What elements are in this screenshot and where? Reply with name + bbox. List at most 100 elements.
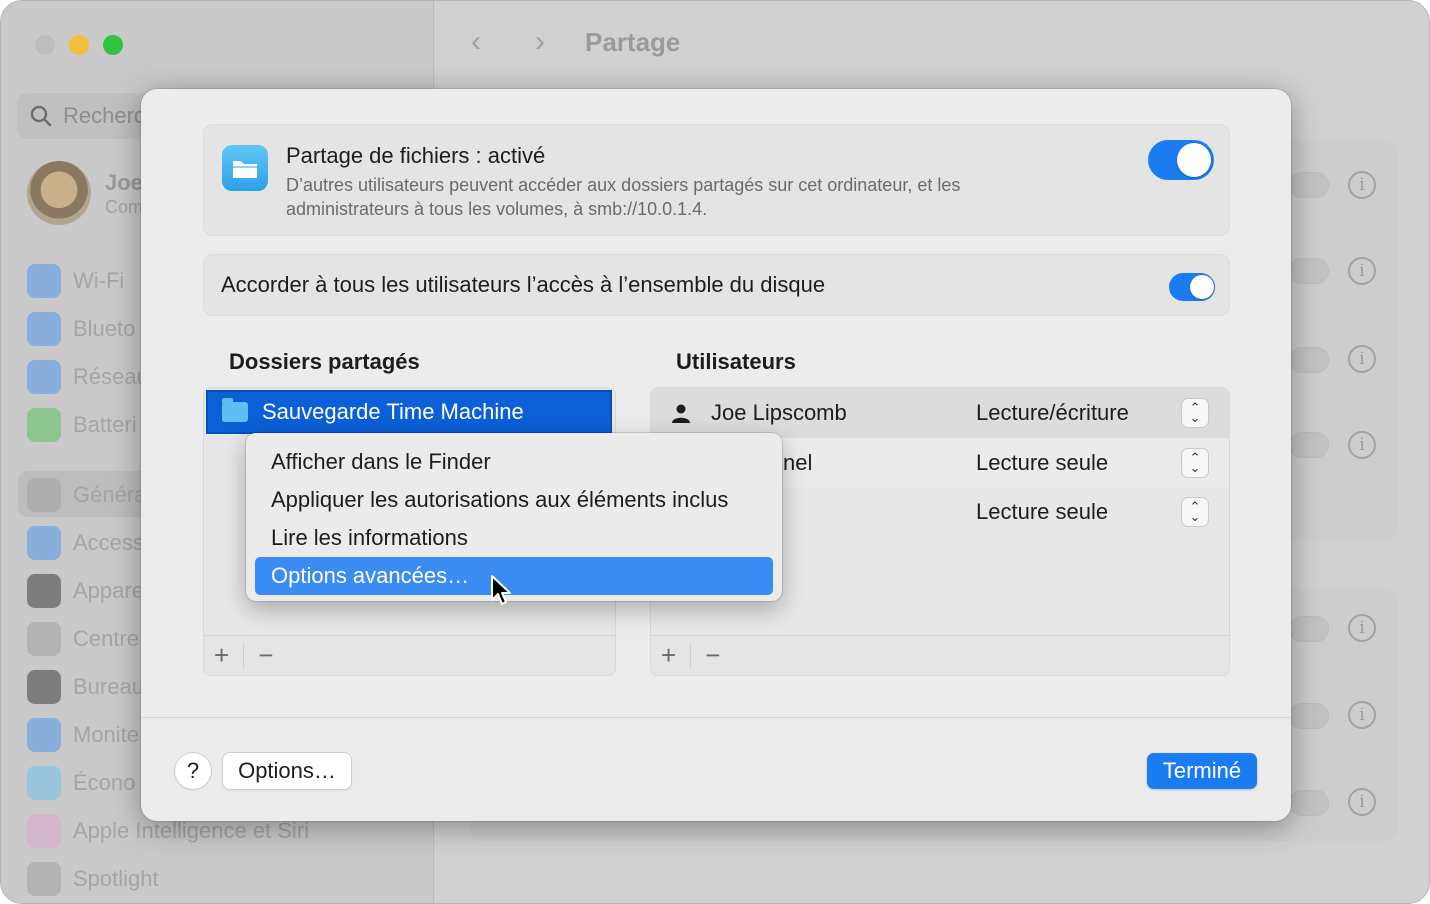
background-toggle — [1289, 347, 1329, 373]
info-icon: i — [1348, 431, 1376, 459]
user-name: Joe Lipscomb — [711, 400, 847, 425]
shared-folder-row[interactable]: Sauvegarde Time Machine — [206, 390, 612, 434]
sidebar-item-label: Généra — [73, 482, 147, 507]
avatar — [27, 161, 91, 225]
info-icon: i — [1348, 614, 1376, 642]
folder-context-menu: Afficher dans le Finder Appliquer les au… — [246, 433, 782, 601]
menu-item-apply-permissions[interactable]: Appliquer les autorisations aux éléments… — [255, 481, 773, 519]
file-sharing-toggle[interactable] — [1148, 140, 1214, 180]
appearance-icon — [27, 574, 61, 608]
forward-arrow-icon[interactable]: › — [535, 25, 545, 59]
shared-folders-header: Dossiers partagés — [229, 349, 420, 374]
zoom-window-button[interactable] — [103, 35, 123, 55]
info-icon: i — [1348, 257, 1376, 285]
full-disk-access-toggle[interactable] — [1169, 273, 1215, 301]
account-profile[interactable]: Joe Com — [27, 161, 143, 225]
sidebar-item-label: Monite — [73, 722, 140, 747]
menu-item-show-in-finder[interactable]: Afficher dans le Finder — [255, 443, 773, 481]
full-disk-access-row: Accorder à tous les utilisateurs l’accès… — [203, 254, 1230, 316]
sidebar-item-label: Batteri — [73, 412, 137, 437]
background-toggle — [1289, 432, 1329, 458]
siri-icon — [27, 814, 61, 848]
user-row[interactable]: Joe Lipscomb Lecture/écriture ⌃ ⌄ — [651, 388, 1229, 438]
info-icon: i — [1348, 701, 1376, 729]
sidebar-item-label: Réseau — [73, 364, 149, 389]
window-title: Partage — [585, 27, 681, 57]
help-button[interactable]: ? — [175, 753, 211, 789]
globe-icon — [27, 360, 61, 394]
sidebar-item[interactable]: Centre — [27, 619, 139, 659]
permission-stepper[interactable]: ⌃ ⌄ — [1182, 399, 1208, 427]
search-placeholder: Recherc — [63, 103, 145, 128]
gear-icon — [27, 478, 61, 512]
sidebar-item[interactable]: Bureau — [27, 667, 144, 707]
sidebar-item[interactable]: Batteri — [27, 405, 137, 445]
battery-icon — [27, 408, 61, 442]
remove-user-button[interactable]: − — [705, 640, 720, 671]
sidebar-item[interactable]: Monite — [27, 715, 139, 755]
add-folder-button[interactable]: + — [214, 640, 229, 671]
minimize-window-button[interactable] — [69, 35, 89, 55]
folder-icon — [222, 398, 248, 422]
sidebar-item[interactable]: Appare — [27, 571, 144, 611]
sidebar-item[interactable]: Écono — [27, 763, 135, 803]
sidebar-item-label: Apple Intelligence et Siri — [73, 818, 310, 843]
person-icon — [672, 404, 690, 423]
spotlight-icon — [27, 862, 61, 896]
users-list-footer: + − — [651, 635, 1229, 675]
file-sharing-title: Partage de fichiers : activé — [286, 143, 546, 168]
accessibility-icon — [27, 526, 61, 560]
sidebar-item[interactable]: Généra — [27, 475, 146, 515]
sidebar-item[interactable]: Réseau — [27, 357, 149, 397]
shared-folder-name: Sauvegarde Time Machine — [262, 399, 524, 424]
file-sharing-description: D’autres utilisateurs peuvent accéder au… — [286, 175, 961, 219]
background-toggle — [1289, 172, 1329, 198]
full-disk-access-label: Accorder à tous les utilisateurs l’accès… — [221, 272, 826, 297]
mouse-pointer-icon — [491, 575, 511, 605]
sidebar-item-label: Access — [73, 530, 144, 555]
sidebar-item-label: Centre — [73, 626, 140, 651]
done-button[interactable]: Terminé — [1147, 753, 1257, 789]
sidebar-item-label: Bureau — [73, 674, 144, 699]
wifi-icon — [27, 264, 61, 298]
options-button[interactable]: Options… — [223, 753, 351, 789]
user-permission: Lecture seule — [976, 499, 1109, 524]
background-toggle — [1289, 258, 1329, 284]
bluetooth-icon — [27, 312, 61, 346]
background-toggle — [1289, 790, 1329, 816]
sidebar-item-label: Écono — [73, 770, 136, 795]
sidebar-item[interactable]: Blueto — [27, 309, 135, 349]
file-sharing-card: Partage de fichiers : activé D’autres ut… — [203, 124, 1230, 236]
close-window-button[interactable] — [35, 35, 55, 55]
info-icon: i — [1348, 788, 1376, 816]
user-permission: Lecture seule — [976, 450, 1109, 475]
sidebar-item[interactable]: Wi-Fi — [27, 261, 124, 301]
bottom-divider — [141, 717, 1291, 718]
menu-item-get-info[interactable]: Lire les informations — [255, 519, 773, 557]
sidebar-item[interactable]: Access — [27, 523, 144, 563]
add-user-button[interactable]: + — [661, 640, 676, 671]
back-arrow-icon[interactable]: ‹ — [471, 25, 481, 59]
search-icon — [30, 105, 52, 127]
permission-stepper[interactable]: ⌃ ⌄ — [1182, 498, 1208, 526]
display-icon — [27, 718, 61, 752]
permission-stepper[interactable]: ⌃ ⌄ — [1182, 449, 1208, 477]
remove-folder-button[interactable]: − — [258, 640, 273, 671]
info-icon: i — [1348, 171, 1376, 199]
footer-divider — [243, 642, 245, 669]
user-permission: Lecture/écriture — [976, 400, 1129, 425]
desktop-icon — [27, 670, 61, 704]
sidebar-item-label: Blueto — [73, 316, 136, 341]
account-name: Joe — [105, 169, 143, 195]
file-sharing-folder-icon — [222, 145, 268, 191]
sidebar-item-label: Wi-Fi — [73, 268, 125, 293]
background-toggle — [1289, 616, 1329, 642]
account-subtitle: Com — [105, 196, 144, 217]
control-center-icon — [27, 622, 61, 656]
footer-divider — [690, 642, 692, 669]
sidebar-item-label: Appare — [73, 578, 144, 603]
users-header: Utilisateurs — [676, 349, 796, 374]
folders-list-footer: + − — [204, 635, 615, 675]
menu-item-advanced-options[interactable]: Options avancées… — [255, 557, 773, 595]
sidebar-item[interactable]: Spotlight — [27, 859, 159, 899]
